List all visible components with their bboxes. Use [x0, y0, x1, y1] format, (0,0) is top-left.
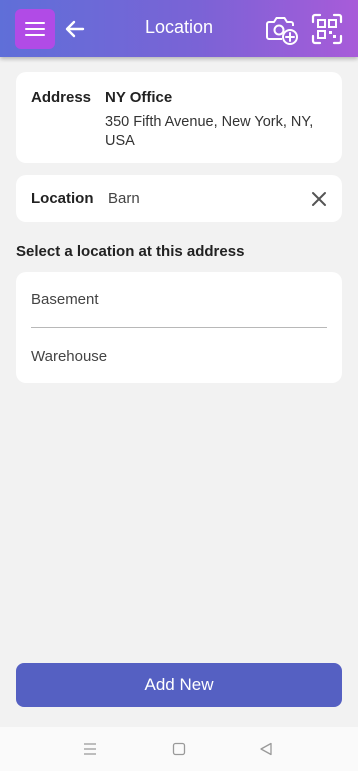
arrow-left-icon — [65, 20, 85, 38]
hamburger-icon — [25, 22, 45, 36]
app-header: Location — [0, 0, 358, 57]
page-title: Location — [144, 17, 214, 37]
system-nav-bar — [0, 727, 358, 771]
list-item-basement[interactable]: Basement — [31, 272, 327, 328]
sys-home-button[interactable] — [172, 742, 186, 756]
sys-menu-button[interactable] — [83, 742, 97, 756]
address-street: 350 Fifth Avenue, New York, NY, USA — [105, 114, 314, 149]
back-icon — [260, 742, 272, 756]
add-new-button[interactable]: Add New — [16, 663, 342, 707]
close-icon — [312, 192, 326, 206]
scan-button[interactable] — [311, 13, 343, 45]
address-name: NY Office — [105, 89, 173, 106]
camera-add-icon — [266, 17, 298, 45]
section-title: Select a location at this address — [16, 243, 245, 260]
qr-scan-icon — [311, 13, 343, 45]
address-card: Address NY Office 350 Fifth Avenue, New … — [16, 72, 342, 163]
menu-icon — [84, 743, 96, 755]
address-label: Address — [31, 89, 92, 106]
menu-button[interactable] — [15, 9, 55, 49]
add-photo-button[interactable] — [265, 13, 299, 45]
home-icon — [172, 742, 186, 756]
location-field[interactable]: Location Barn — [16, 175, 342, 222]
location-list: Basement Warehouse — [16, 272, 342, 383]
back-button[interactable] — [62, 16, 88, 42]
location-value[interactable]: Barn — [108, 190, 140, 207]
location-screen: Location Address NY Office 350 Fifth Ave… — [0, 0, 358, 771]
location-label: Location — [31, 190, 94, 207]
list-item-warehouse[interactable]: Warehouse — [31, 328, 327, 384]
sys-back-button[interactable] — [259, 742, 273, 756]
clear-location-button[interactable] — [311, 191, 327, 207]
